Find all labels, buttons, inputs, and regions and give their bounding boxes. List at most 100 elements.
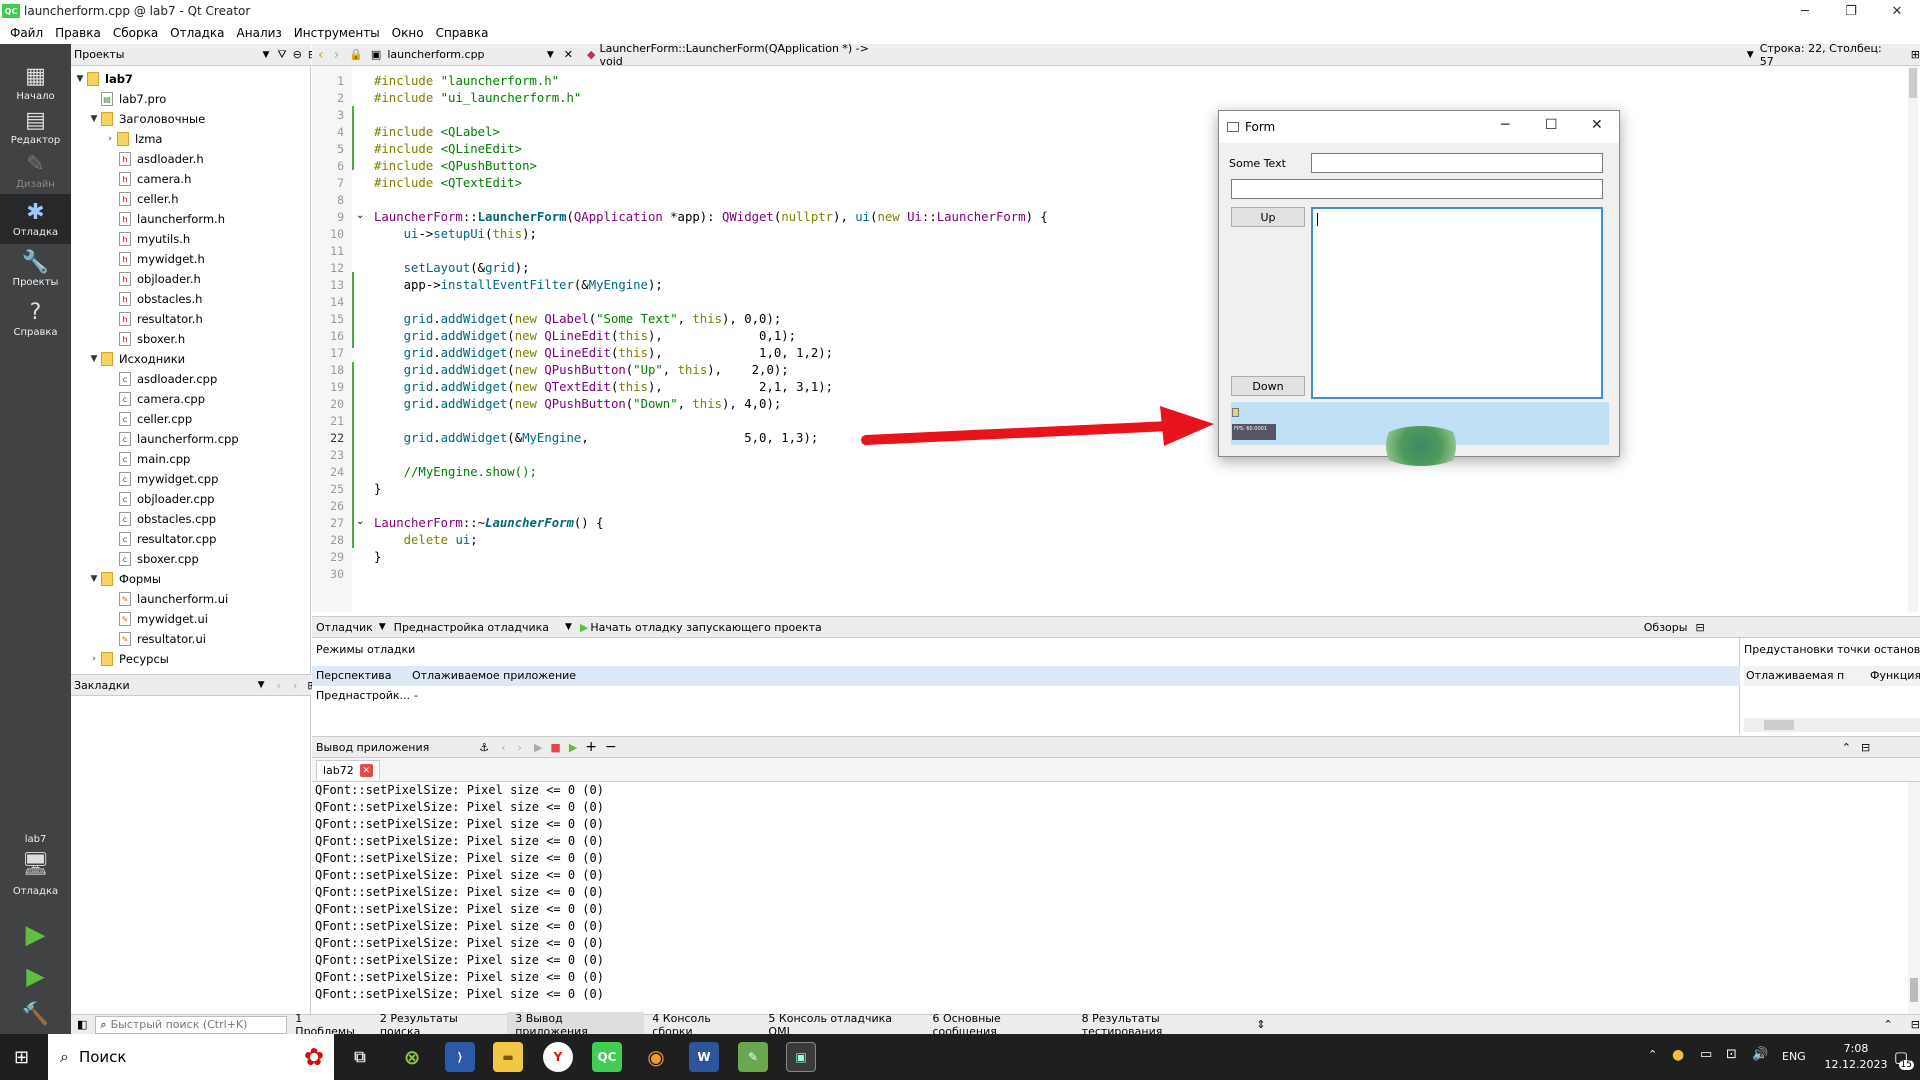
tree-item[interactable]: c mywidget.cpp	[119, 469, 218, 489]
menu-help[interactable]: Справка	[430, 26, 495, 40]
locator-box[interactable]: ⌕ Быстрый поиск (Ctrl+K)	[95, 1015, 288, 1034]
horizontal-scrollbar[interactable]	[1744, 718, 1920, 732]
maximize-icon[interactable]: ☐	[1545, 117, 1558, 133]
editor-scrollbar-thumb[interactable]	[1909, 68, 1917, 98]
restore-icon[interactable]: ❐	[1828, 0, 1874, 22]
symbol-combo[interactable]: LauncherForm::LauncherForm(QApplication …	[599, 42, 894, 68]
menu-build[interactable]: Сборка	[107, 26, 164, 40]
close-icon[interactable]: ✕	[1874, 0, 1920, 22]
minimize-icon[interactable]: ─	[1782, 0, 1828, 22]
tree-item[interactable]: h asdloader.h	[119, 149, 204, 169]
run-icon[interactable]: ▶	[0, 920, 71, 950]
tree-root[interactable]: ▼ lab7	[73, 69, 133, 89]
tree-item[interactable]: h myutils.h	[119, 229, 190, 249]
file-explorer-icon[interactable]: ▬	[493, 1042, 523, 1072]
tree-item[interactable]: h launcherform.h	[119, 209, 225, 229]
menu-window[interactable]: Окно	[386, 26, 430, 40]
tree-item[interactable]: h mywidget.h	[119, 249, 205, 269]
presets-row[interactable]: Преднастройк... -	[312, 686, 1740, 706]
language-indicator[interactable]: ENG	[1782, 1050, 1806, 1063]
tree-item[interactable]: h obstacles.h	[119, 289, 202, 309]
back-arrow-icon[interactable]: ‹	[318, 47, 324, 63]
more-panes-icon[interactable]: ⇕	[1248, 1018, 1273, 1031]
sidebar-toggle-icon[interactable]: ◧	[77, 1018, 87, 1031]
chevron-down-icon[interactable]: ▼	[87, 354, 101, 364]
zoom-out-icon[interactable]: −	[605, 739, 617, 755]
tree-folder-forms[interactable]: ▼ Формы	[87, 569, 161, 589]
down-button[interactable]: Down	[1231, 376, 1305, 396]
arrow-right-icon[interactable]: ›	[518, 741, 522, 754]
application-output[interactable]: QFont::setPixelSize: Pixel size <= 0 (0)…	[312, 782, 1908, 1014]
filter-icon[interactable]: ⛛	[277, 48, 286, 62]
notification-center[interactable]: ▢ 15	[1888, 1044, 1914, 1070]
close-icon[interactable]: ✕	[1591, 117, 1603, 133]
output-scrollbar[interactable]	[1908, 782, 1920, 1014]
chevron-down-icon[interactable]: ▼	[547, 50, 554, 60]
mode-help[interactable]: ? Справка	[0, 300, 71, 338]
split-icon[interactable]: ⊞	[1911, 48, 1920, 61]
mode-design[interactable]: ✎ Дизайн	[0, 152, 71, 190]
volume-icon[interactable]: 🔊	[1752, 1047, 1768, 1062]
tree-item[interactable]: c launcherform.cpp	[119, 429, 239, 449]
forward-arrow-icon[interactable]: ›	[334, 47, 340, 63]
stop-icon[interactable]: ■	[550, 741, 560, 754]
arrow-right-icon[interactable]: ›	[293, 679, 297, 692]
chevron-down-icon[interactable]: ▼	[1747, 50, 1754, 60]
debug-run-icon[interactable]: ▶	[569, 741, 577, 754]
kit-selector[interactable]: 🖥	[0, 852, 71, 879]
text-edit[interactable]	[1311, 207, 1603, 399]
perspective-row[interactable]: Перспектива Отлаживаемое приложение	[312, 666, 1740, 686]
qt-creator-taskbar-icon[interactable]: QC	[592, 1042, 622, 1072]
menu-debug[interactable]: Отладка	[164, 26, 230, 40]
debug-start-icon[interactable]: ▶	[580, 621, 588, 634]
menu-file[interactable]: Файл	[4, 26, 49, 40]
scrollbar-thumb[interactable]	[1764, 720, 1794, 730]
mode-projects[interactable]: 🔧 Проекты	[0, 250, 71, 288]
blender-icon[interactable]: ◉	[641, 1042, 671, 1072]
xbox-icon[interactable]: ⊗	[397, 1042, 427, 1072]
debugger-preset-combo[interactable]: Преднастройка отладчика	[394, 621, 549, 634]
cursor-position[interactable]: Строка: 22, Столбец: 57	[1760, 42, 1899, 68]
chevron-right-icon[interactable]: ›	[87, 654, 101, 664]
chevron-down-icon[interactable]: ▼	[379, 622, 386, 632]
tree-item-pro[interactable]: ▤ lab7.pro	[101, 89, 166, 109]
tree-item[interactable]: ✎ resultator.ui	[119, 629, 206, 649]
chevron-down-icon[interactable]: ▼	[258, 680, 265, 690]
attach-icon[interactable]: ⚓	[479, 741, 489, 754]
zoom-in-icon[interactable]: +	[585, 739, 597, 755]
tree-item[interactable]: ✎ launcherform.ui	[119, 589, 228, 609]
tree-item[interactable]: c obstacles.cpp	[119, 509, 216, 529]
maximize-pane-icon[interactable]: ⌃	[1842, 741, 1851, 754]
mode-welcome[interactable]: ▦ Начало	[0, 64, 71, 102]
tree-item[interactable]: ✎ mywidget.ui	[119, 609, 208, 629]
maximize-pane-icon[interactable]: ⌃	[1884, 1018, 1893, 1031]
tree-folder-sources[interactable]: ▼ Исходники	[87, 349, 185, 369]
chevron-down-icon[interactable]: ▼	[87, 574, 101, 584]
tray-monitor-icon[interactable]: ▭	[1700, 1047, 1712, 1062]
tree-item[interactable]: h celler.h	[119, 189, 178, 209]
mode-editor[interactable]: ▤ Редактор	[0, 108, 71, 146]
arrow-left-icon[interactable]: ‹	[277, 679, 281, 692]
windows-start-icon[interactable]: ⊞	[14, 1047, 29, 1068]
chevron-down-icon[interactable]: ▼	[565, 622, 572, 632]
clock-time[interactable]: 7:08	[1824, 1042, 1888, 1055]
line-edit-1[interactable]	[1311, 153, 1603, 173]
tree-item[interactable]: h camera.h	[119, 169, 191, 189]
column-header[interactable]: Функция	[1870, 669, 1920, 682]
debug-run-icon[interactable]: ▶	[0, 962, 71, 990]
taskbar-search[interactable]: ⌕ Поиск ✿	[48, 1034, 334, 1080]
word-icon[interactable]: W	[689, 1042, 719, 1072]
tree-folder-lzma[interactable]: › lzma	[103, 129, 162, 149]
close-pane-icon[interactable]: ⊟	[1695, 621, 1704, 634]
notepad-icon[interactable]: ✎	[738, 1042, 768, 1072]
task-view-icon[interactable]: ⧉	[345, 1042, 375, 1072]
close-tab-icon[interactable]: ✕	[359, 764, 373, 777]
output-tab[interactable]: lab72 ✕	[316, 760, 380, 780]
yandex-browser-icon[interactable]: Y	[543, 1042, 573, 1072]
bookmarks-title[interactable]: Закладки	[74, 679, 130, 692]
editor-scrollbar[interactable]	[1908, 66, 1918, 612]
chevron-down-icon[interactable]: ▼	[87, 114, 101, 124]
tree-item[interactable]: c camera.cpp	[119, 389, 205, 409]
tree-item[interactable]: h sboxer.h	[119, 329, 185, 349]
tree-item[interactable]: c asdloader.cpp	[119, 369, 217, 389]
